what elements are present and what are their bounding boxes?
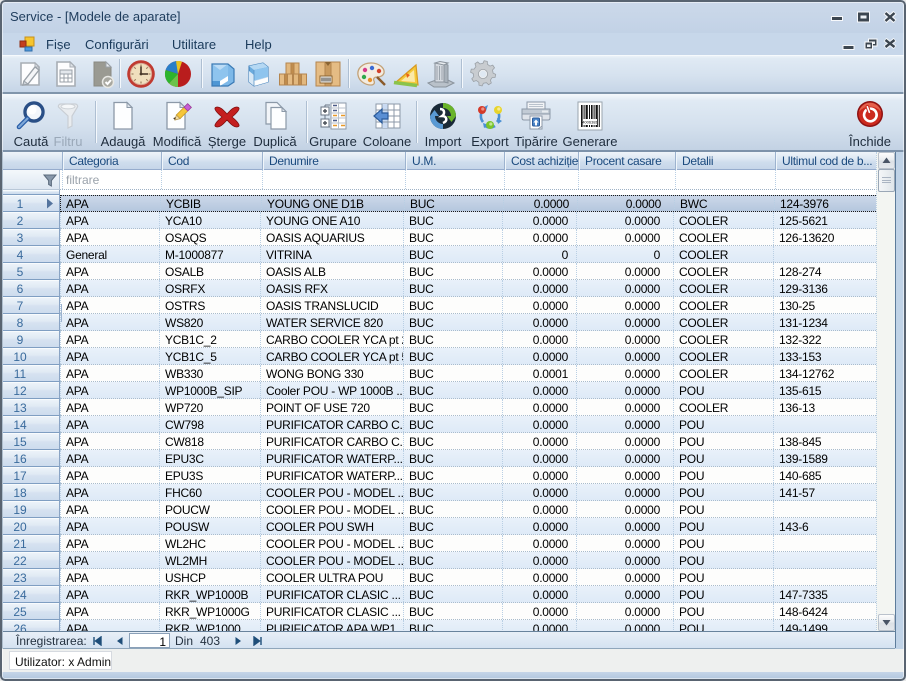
svg-text:4006381: 4006381 — [582, 120, 598, 125]
